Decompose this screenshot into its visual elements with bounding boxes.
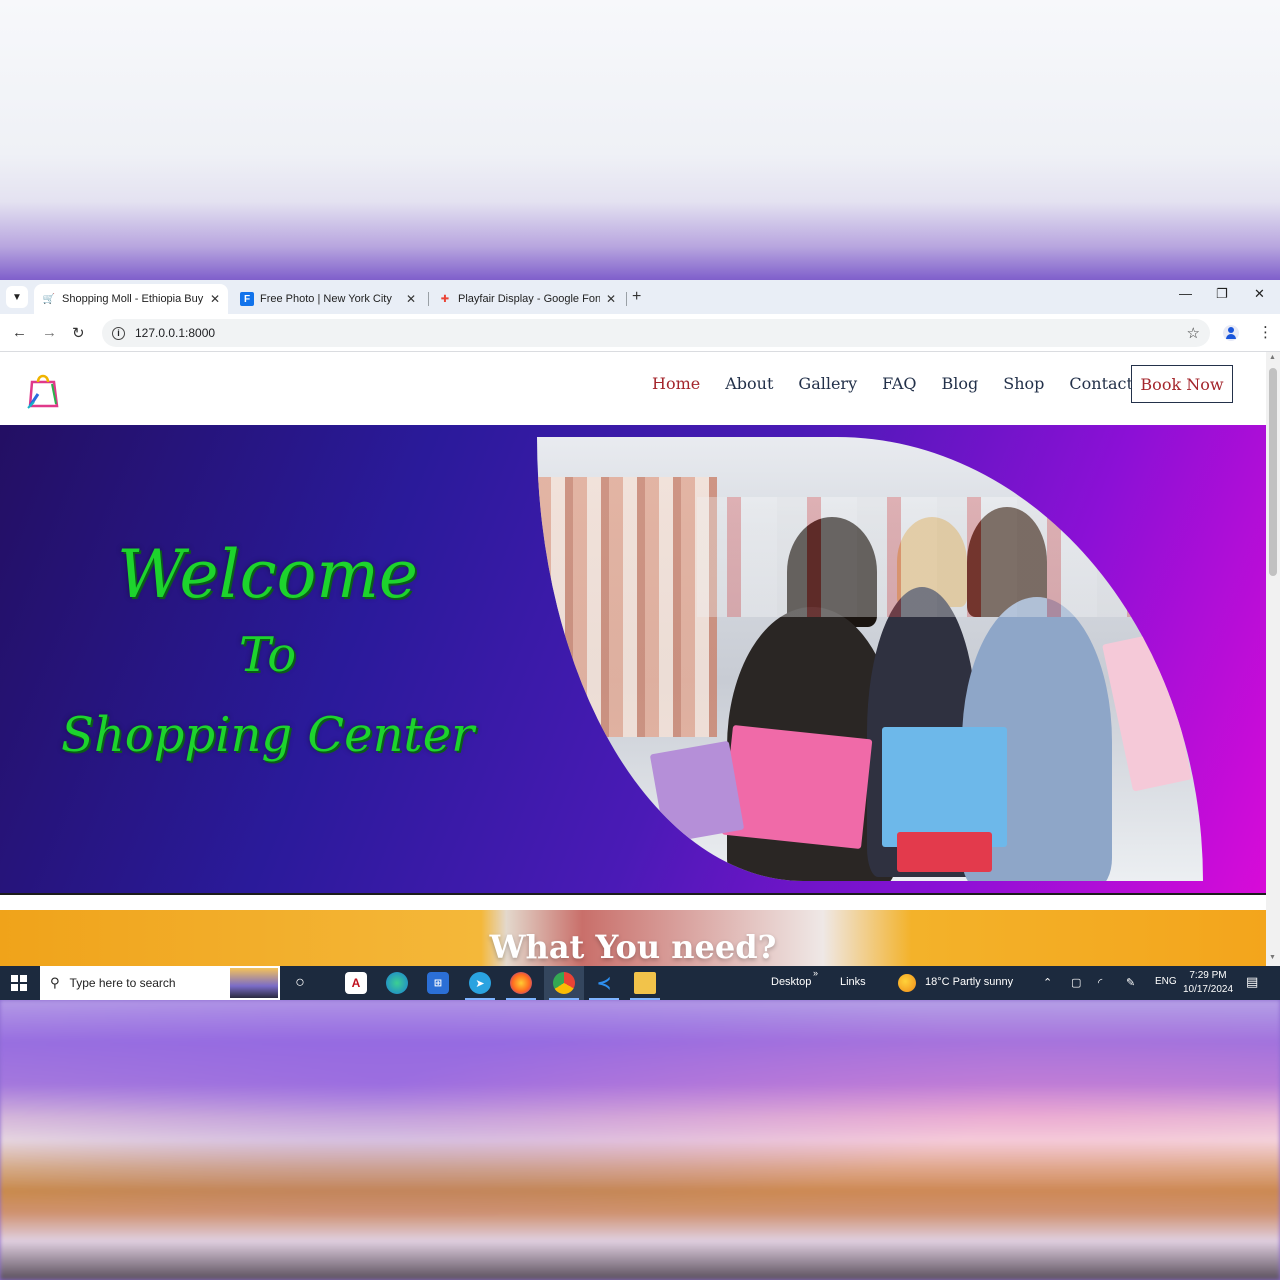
photo-bag — [649, 740, 745, 844]
tab-separator — [428, 292, 429, 306]
tab-shopping-moll[interactable]: 🛒 Shopping Moll - Ethiopia Buy & ✕ — [34, 284, 228, 314]
photo-figure — [787, 517, 877, 627]
nav-shop[interactable]: Shop — [1003, 374, 1044, 393]
scroll-down-arrow-icon[interactable]: ▼ — [1269, 954, 1276, 961]
cart-icon: 🛒 — [42, 293, 56, 305]
photo-figure — [967, 507, 1047, 617]
autocad-icon[interactable]: A — [345, 972, 367, 994]
nav-contact[interactable]: Contact — [1069, 374, 1133, 393]
tab-separator — [626, 292, 627, 306]
app-running-indicator — [549, 998, 579, 1000]
edge-icon[interactable] — [386, 972, 408, 994]
nav-home[interactable]: Home — [652, 374, 700, 393]
close-tab-icon[interactable]: ✕ — [606, 292, 616, 306]
system-clock[interactable]: 7:29 PM 10/17/2024 — [1180, 969, 1236, 997]
app-running-indicator — [506, 998, 536, 1000]
scroll-up-arrow-icon[interactable]: ▲ — [1269, 354, 1276, 361]
profile-avatar-icon[interactable] — [1223, 325, 1239, 341]
address-bar: ← → ↻ i 127.0.0.1:8000 ☆ ⋮ — [0, 314, 1280, 352]
photo-bag — [721, 724, 873, 850]
photo-bag — [1102, 632, 1192, 792]
app-running-indicator — [589, 998, 619, 1000]
browser-window: ▼ 🛒 Shopping Moll - Ethiopia Buy & ✕ F F… — [0, 280, 1280, 966]
notifications-icon[interactable]: ▤ — [1246, 974, 1258, 990]
bookmark-star-icon[interactable]: ☆ — [1187, 324, 1200, 342]
pen-icon[interactable]: ✎ — [1126, 976, 1135, 989]
page-viewport: Home About Gallery FAQ Blog Shop Contact… — [0, 352, 1266, 966]
shopping-bag-logo-icon[interactable] — [26, 370, 60, 410]
scroll-thumb[interactable] — [1269, 368, 1277, 576]
hero-banner: Welcome To Shopping Center — [0, 425, 1266, 895]
meet-now-icon[interactable]: ▢ — [1071, 976, 1081, 989]
nav-faq[interactable]: FAQ — [882, 374, 916, 393]
freepik-icon: F — [240, 292, 254, 306]
app-running-indicator — [465, 998, 495, 1000]
nav-gallery[interactable]: Gallery — [798, 374, 857, 393]
store-icon[interactable]: ⊞ — [427, 972, 449, 994]
nav-about[interactable]: About — [725, 374, 773, 393]
tab-title: Free Photo | New York City — [260, 293, 392, 305]
window-close-icon[interactable]: ✕ — [1254, 286, 1265, 302]
url-text: 127.0.0.1:8000 — [135, 326, 216, 340]
new-tab-button[interactable]: + — [632, 288, 641, 306]
url-field[interactable]: i 127.0.0.1:8000 ☆ — [102, 319, 1210, 347]
toolbar-chevron-icon[interactable]: » — [813, 968, 818, 978]
menu-kebab-icon[interactable]: ⋮ — [1258, 323, 1273, 341]
app-running-indicator — [630, 998, 660, 1000]
photo-figure — [897, 517, 967, 607]
clock-date: 10/17/2024 — [1182, 984, 1234, 995]
nav-blog[interactable]: Blog — [942, 374, 979, 393]
tab-bar: ▼ 🛒 Shopping Moll - Ethiopia Buy & ✕ F F… — [0, 280, 1280, 314]
book-now-button[interactable]: Book Now — [1131, 365, 1233, 403]
hero-heading: Welcome To Shopping Center — [0, 535, 535, 775]
google-fonts-icon: ✚ — [440, 293, 450, 305]
close-tab-icon[interactable]: ✕ — [406, 292, 416, 306]
windows-start-icon[interactable] — [11, 975, 27, 991]
main-nav: Home About Gallery FAQ Blog Shop Contact — [652, 374, 1158, 393]
tab-free-photo[interactable]: F Free Photo | New York City ✕ — [232, 284, 424, 314]
hero-shoppers-photo — [537, 437, 1203, 881]
site-header: Home About Gallery FAQ Blog Shop Contact… — [0, 352, 1266, 424]
hero-line-shopping-center: Shopping Center — [60, 707, 475, 763]
blurred-background-bottom — [0, 1000, 1280, 1280]
tab-title: Playfair Display - Google Fonts — [458, 293, 600, 305]
reload-icon[interactable]: ↻ — [72, 324, 85, 342]
desktop-toolbar[interactable]: Desktop — [771, 976, 811, 988]
restore-icon[interactable]: ❐ — [1216, 286, 1228, 302]
chrome-icon[interactable] — [553, 972, 575, 994]
hero-line-welcome: Welcome — [117, 536, 418, 613]
wifi-icon[interactable]: ◜ — [1098, 976, 1102, 989]
search-highlight-image — [230, 968, 278, 998]
section-title: What You need? — [489, 928, 777, 966]
page-scrollbar[interactable]: ▲ ▼ — [1266, 352, 1280, 966]
tab-search-button[interactable]: ▼ — [6, 286, 28, 308]
tab-google-fonts[interactable]: ✚ Playfair Display - Google Fonts ✕ — [430, 284, 624, 314]
taskbar-search-box[interactable]: ⚲ Type here to search — [40, 966, 280, 1000]
minimize-icon[interactable]: — — [1179, 286, 1192, 301]
products-section: What You need? — [0, 910, 1266, 966]
search-placeholder: Type here to search — [69, 976, 176, 990]
weather-text[interactable]: 18°C Partly sunny — [925, 976, 1013, 988]
telegram-icon[interactable]: ➤ — [469, 972, 491, 994]
clock-time: 7:29 PM — [1189, 970, 1227, 981]
weather-sun-icon[interactable] — [898, 974, 916, 992]
vscode-icon[interactable]: ≺ — [593, 972, 615, 994]
show-hidden-icons-icon[interactable]: ⌃ — [1043, 976, 1052, 989]
links-toolbar[interactable]: Links — [840, 976, 866, 988]
site-info-icon[interactable]: i — [112, 326, 125, 340]
tab-title: Shopping Moll - Ethiopia Buy & — [62, 293, 204, 305]
search-icon: ⚲ — [50, 975, 60, 990]
back-arrow-icon[interactable]: ← — [12, 324, 27, 341]
forward-arrow-icon[interactable]: → — [42, 324, 57, 341]
blurred-background-top — [0, 0, 1280, 280]
photo-bag — [882, 727, 1007, 847]
hero-line-to: To — [238, 627, 297, 683]
close-tab-icon[interactable]: ✕ — [210, 292, 220, 306]
windows-taskbar: ⚲ Type here to search ○ A ⊞ ➤ ≺ Desktop … — [0, 966, 1280, 1000]
task-view-icon[interactable]: ○ — [289, 972, 311, 994]
photo-bag — [897, 832, 992, 872]
language-indicator[interactable]: ENG — [1155, 976, 1177, 987]
file-explorer-icon[interactable] — [634, 972, 656, 994]
firefox-icon[interactable] — [510, 972, 532, 994]
